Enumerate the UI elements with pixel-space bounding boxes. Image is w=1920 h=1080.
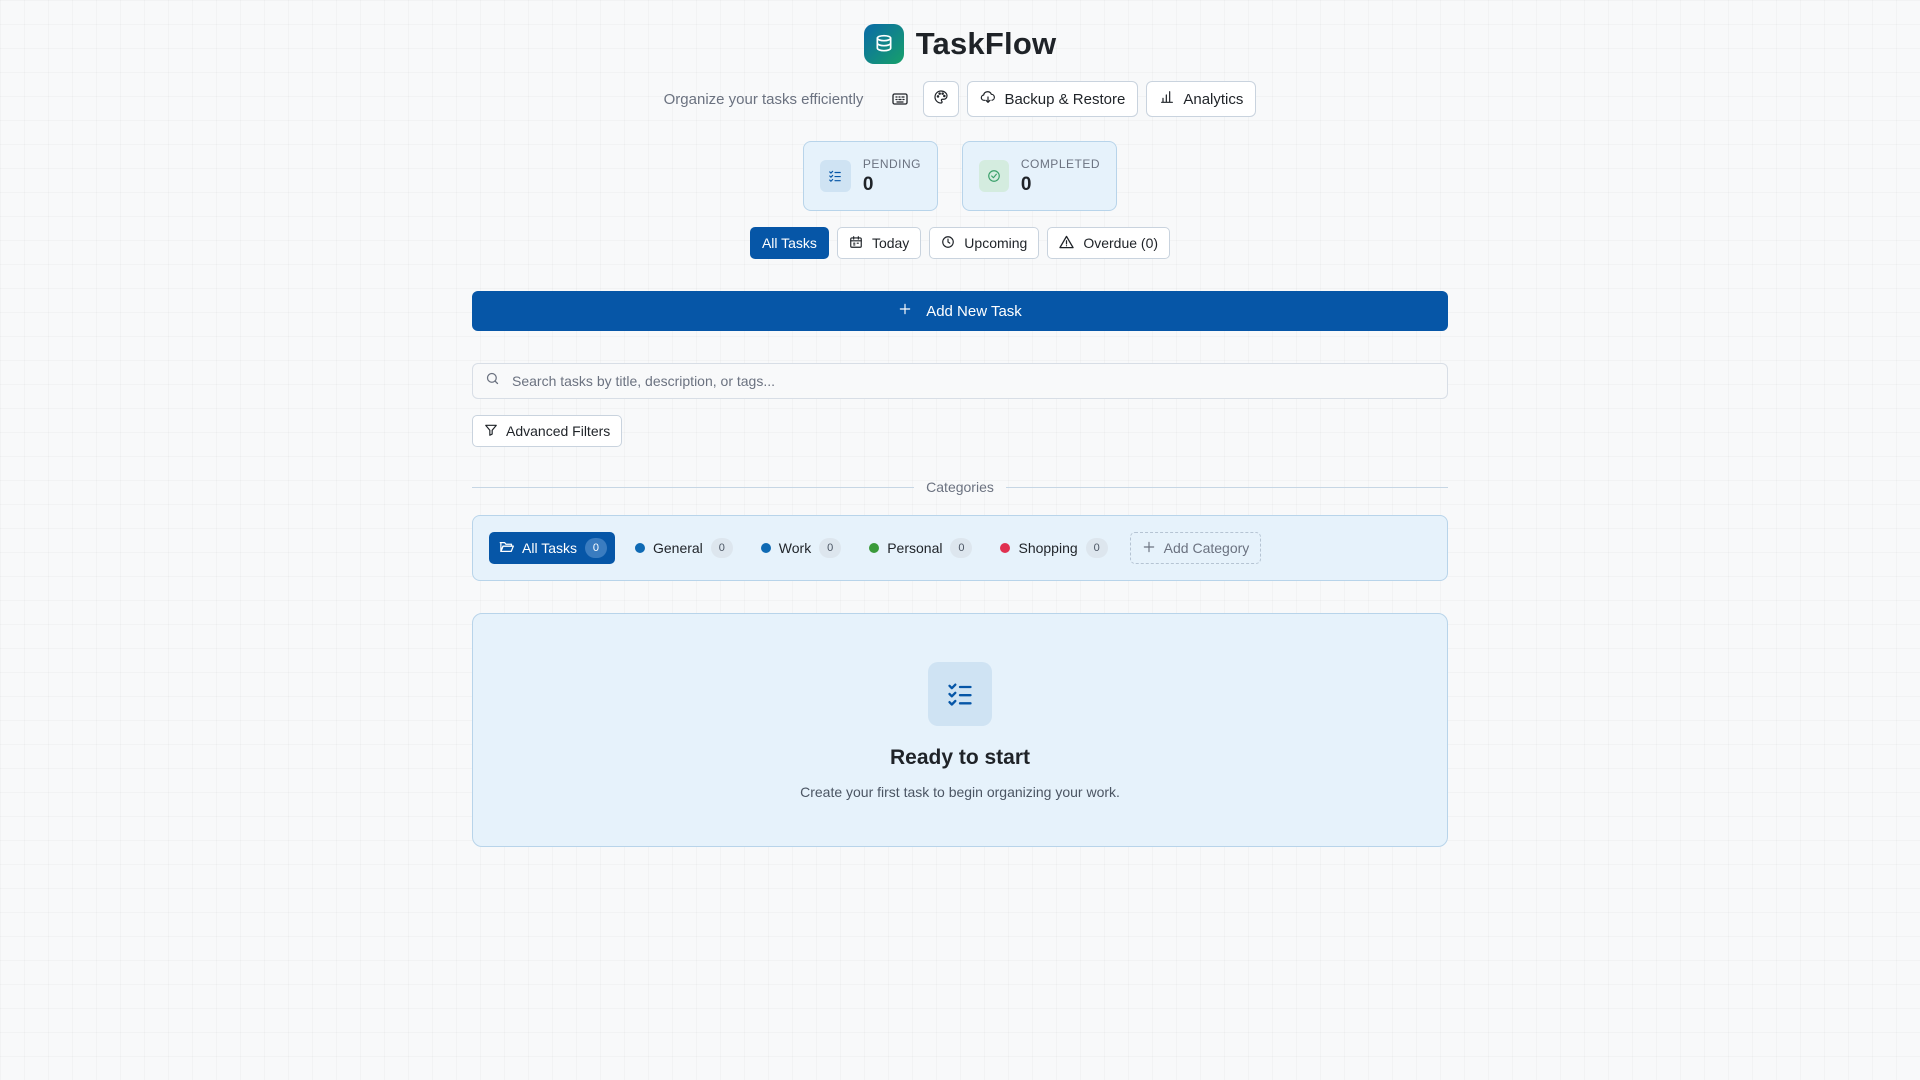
category-color-dot (760, 543, 771, 553)
category-count: 0 (584, 538, 607, 558)
category-label: Shopping (1018, 540, 1078, 556)
divider-line (472, 486, 915, 488)
search-bar (472, 363, 1448, 399)
category-label: All Tasks (522, 540, 577, 556)
category-work[interactable]: Work 0 (751, 532, 849, 564)
warning-icon (1059, 235, 1075, 252)
filter-tabs: All Tasks Today Upcoming Overdue (0) (0, 227, 1920, 259)
plus-icon (898, 302, 912, 320)
filter-icon (484, 423, 498, 440)
clock-icon (941, 235, 955, 252)
analytics-label: Analytics (1183, 90, 1244, 108)
tab-all-tasks[interactable]: All Tasks (749, 227, 829, 259)
category-label: Personal (887, 540, 943, 556)
header-toolbar: Organize your tasks efficiently Backup &… (0, 81, 1920, 117)
app-title: TaskFlow (915, 26, 1057, 61)
backup-restore-label: Backup & Restore (1004, 90, 1126, 108)
database-icon (863, 24, 904, 64)
app-header: TaskFlow (0, 24, 1920, 64)
categories-heading: Categories (926, 479, 994, 495)
palette-icon (933, 89, 949, 109)
category-count: 0 (1085, 538, 1108, 558)
tab-today[interactable]: Today (836, 227, 922, 259)
add-category-label: Add Category (1163, 540, 1250, 556)
divider-line (1005, 486, 1449, 488)
tab-today-label: Today (871, 235, 910, 251)
advanced-filters-label: Advanced Filters (506, 423, 611, 439)
category-count: 0 (819, 538, 842, 558)
category-color-dot (634, 543, 645, 553)
add-new-task-button[interactable]: Add New Task (472, 291, 1448, 331)
tab-upcoming[interactable]: Upcoming (929, 227, 1040, 259)
completed-label: COMPLETED (1020, 156, 1100, 171)
app-subtitle: Organize your tasks efficiently (663, 90, 864, 108)
folder-open-icon (499, 540, 514, 557)
app-root: TaskFlow Organize your tasks efficiently (0, 0, 1920, 1080)
completed-value: 0 (1020, 173, 1032, 195)
category-bar: All Tasks 0 General 0 Work 0 Personal 0 … (472, 515, 1448, 581)
backup-restore-button[interactable]: Backup & Restore (967, 81, 1139, 117)
category-label: Work (778, 540, 812, 556)
category-all-tasks[interactable]: All Tasks 0 (489, 532, 615, 564)
category-general[interactable]: General 0 (625, 532, 741, 564)
pending-value: 0 (862, 173, 874, 195)
tab-all-tasks-label: All Tasks (761, 235, 817, 251)
pending-label: PENDING (862, 156, 921, 171)
category-color-dot (869, 543, 880, 553)
theme-button[interactable] (923, 81, 960, 117)
plus-icon (1142, 540, 1156, 557)
tab-overdue-label: Overdue (0) (1083, 235, 1159, 251)
pending-stat-card: PENDING 0 (803, 141, 938, 211)
tab-overdue[interactable]: Overdue (0) (1047, 227, 1171, 259)
calendar-icon (849, 235, 863, 252)
empty-state-text: Create your first task to begin organizi… (800, 784, 1120, 800)
completed-stat-card: COMPLETED 0 (962, 141, 1117, 211)
keyboard-icon[interactable] (885, 84, 915, 114)
add-category-button[interactable]: Add Category (1129, 532, 1262, 564)
add-new-task-label: Add New Task (926, 302, 1022, 320)
category-color-dot (1000, 543, 1011, 553)
empty-state-title: Ready to start (889, 746, 1031, 769)
category-shopping[interactable]: Shopping 0 (990, 532, 1115, 564)
tab-upcoming-label: Upcoming (964, 235, 1028, 251)
category-label: General (652, 540, 703, 556)
stats-row: PENDING 0 COMPLETED 0 (0, 141, 1920, 211)
category-personal[interactable]: Personal 0 (859, 532, 980, 564)
bar-chart-icon (1159, 89, 1175, 109)
categories-divider: Categories (472, 479, 1449, 495)
empty-state: Ready to start Create your first task to… (472, 613, 1448, 847)
advanced-filters-button[interactable]: Advanced Filters (472, 415, 623, 447)
search-input[interactable] (512, 373, 1412, 389)
category-count: 0 (950, 538, 973, 558)
search-icon (485, 371, 500, 391)
list-checks-icon (928, 662, 992, 726)
cloud-download-icon (980, 89, 996, 109)
check-circle-icon (979, 160, 1009, 192)
category-count: 0 (710, 538, 733, 558)
analytics-button[interactable]: Analytics (1146, 81, 1257, 117)
list-checks-icon (820, 160, 851, 192)
